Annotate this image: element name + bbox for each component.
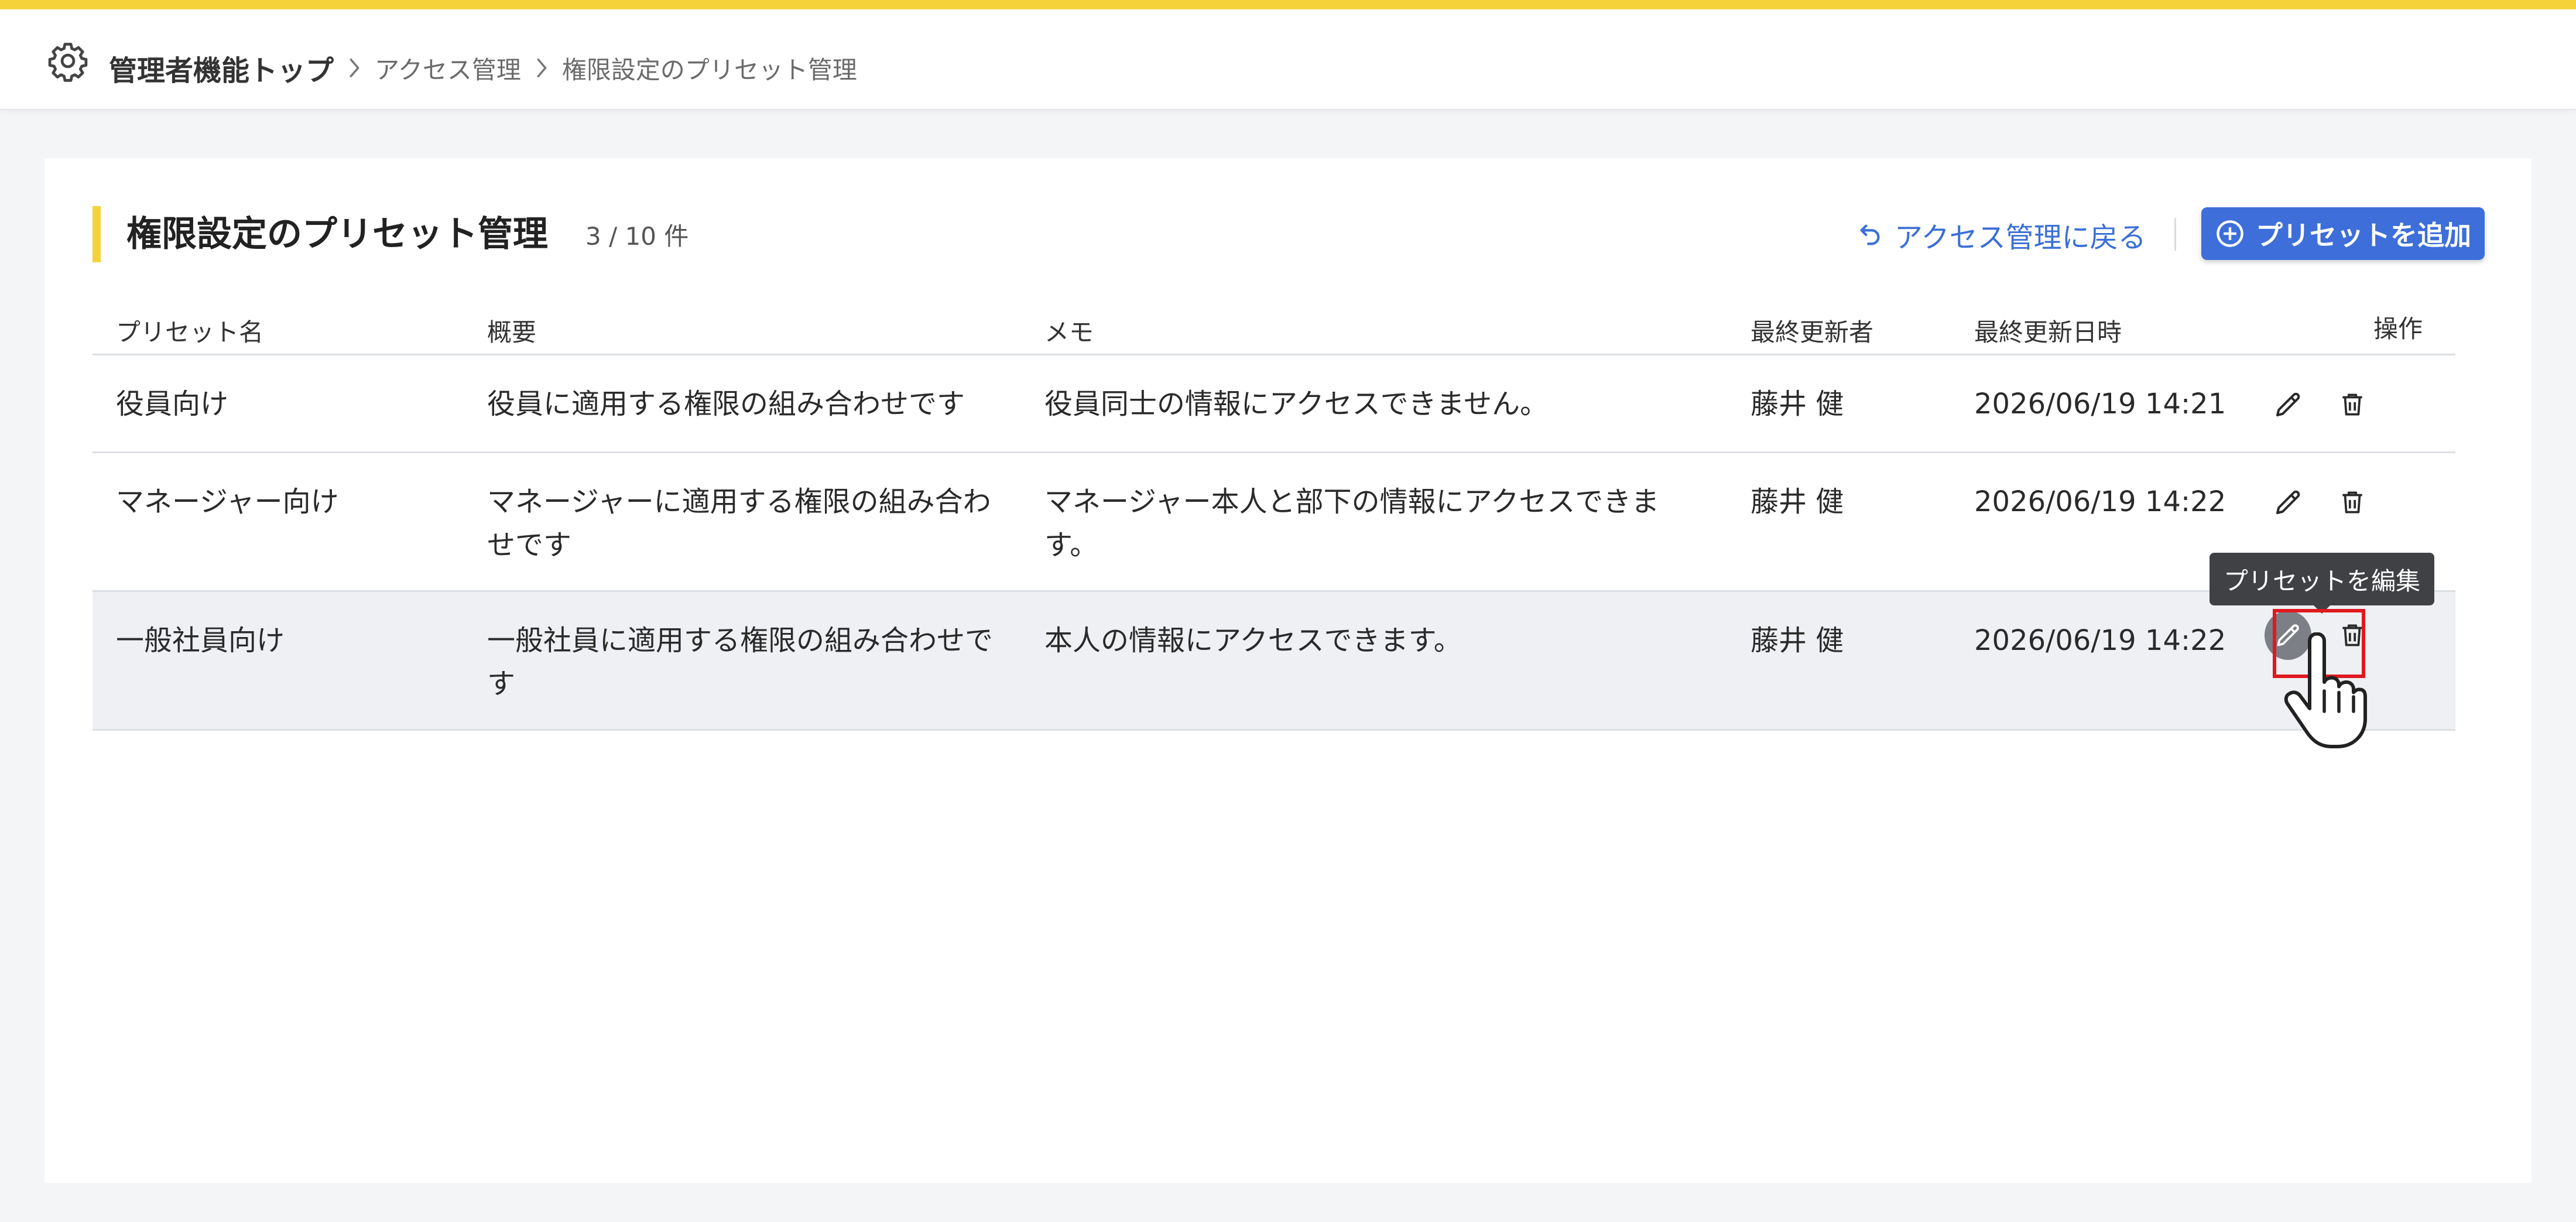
cell-preset-name: マネージャー向け: [116, 485, 339, 518]
header-summary: 概要: [487, 318, 537, 347]
preset-count: 3 / 10 件: [585, 222, 689, 251]
edit-preset-button[interactable]: [2265, 479, 2311, 526]
table-row-hovered: 一般社員向け 一般社員に適用する権限の組み合わせです 本人の情報にアクセスできま…: [93, 592, 2455, 731]
pencil-icon: [2276, 392, 2300, 417]
main-card: 権限設定のプリセット管理 3 / 10 件 アクセス管理に戻る プリセットを追加…: [44, 158, 2532, 1183]
cell-updated-by: 藤井 健: [1751, 388, 1844, 420]
pencil-icon: [2276, 490, 2300, 515]
undo-arrow-icon: [1860, 224, 1880, 245]
hand-pointer-icon: [2284, 632, 2367, 748]
trash-icon: [2342, 393, 2362, 416]
header-actions: 操作: [2373, 314, 2423, 343]
back-to-access-management-link[interactable]: アクセス管理に戻る: [1857, 210, 2146, 260]
gear-icon[interactable]: [47, 40, 89, 82]
add-preset-label: プリセットを追加: [2256, 220, 2471, 251]
plus-circle-icon: [2217, 220, 2243, 247]
table-row: マネージャー向け マネージャーに適用する権限の組み合わせです マネージャー本人と…: [93, 453, 2455, 592]
cell-summary: マネージャーに適用する権限の組み合わせです: [487, 485, 991, 562]
cell-preset-name: 一般社員向け: [116, 624, 285, 657]
cell-memo: マネージャー本人と部下の情報にアクセスできます。: [1044, 485, 1660, 562]
chevron-right-icon: [348, 56, 361, 80]
cell-updated-at: 2026/06/19 14:21: [1974, 388, 2226, 420]
cell-summary: 一般社員に適用する権限の組み合わせです: [487, 624, 994, 700]
breadcrumb-admin-top[interactable]: 管理者機能トップ: [109, 47, 334, 88]
page-title: 権限設定のプリセット管理: [126, 214, 548, 255]
breadcrumb-current-page: 権限設定のプリセット管理: [561, 55, 857, 84]
cell-memo: 本人の情報にアクセスできます。: [1044, 624, 1462, 657]
cell-updated-at: 2026/06/19 14:22: [1974, 485, 2226, 518]
divider: [2174, 218, 2176, 251]
delete-preset-button[interactable]: [2329, 381, 2376, 428]
back-link-label: アクセス管理に戻る: [1895, 221, 2146, 254]
header-preset-name: プリセット名: [116, 318, 264, 347]
cell-updated-by: 藤井 健: [1751, 624, 1844, 657]
header-updated-at: 最終更新日時: [1974, 318, 2122, 347]
chevron-right-icon: [535, 56, 548, 80]
header-updated-by: 最終更新者: [1751, 318, 1874, 347]
edit-preset-button[interactable]: [2265, 381, 2311, 428]
delete-preset-button[interactable]: [2329, 479, 2376, 526]
cell-updated-by: 藤井 健: [1751, 485, 1844, 518]
trash-icon: [2342, 491, 2362, 514]
cell-summary: 役員に適用する権限の組み合わせです: [487, 388, 965, 420]
title-accent-bar: [93, 206, 101, 262]
breadcrumb: 管理者機能トップ アクセス管理 権限設定のプリセット管理: [109, 45, 857, 91]
app-header: 管理者機能トップ アクセス管理 権限設定のプリセット管理: [0, 9, 2576, 110]
cell-memo: 役員同士の情報にアクセスできません。: [1044, 388, 1549, 420]
edit-tooltip: プリセットを編集: [2210, 553, 2434, 614]
cell-preset-name: 役員向け: [116, 388, 229, 420]
top-accent-line: [0, 0, 2576, 9]
cell-updated-at: 2026/06/19 14:22: [1974, 624, 2226, 657]
preset-table: プリセット名 概要 メモ 最終更新者 最終更新日時 操作 役員向け 役員に適用す…: [93, 296, 2455, 731]
breadcrumb-access-management[interactable]: アクセス管理: [375, 50, 521, 86]
table-header: プリセット名 概要 メモ 最終更新者 最終更新日時 操作: [93, 296, 2455, 355]
header-memo: メモ: [1044, 318, 1094, 347]
table-row: 役員向け 役員に適用する権限の組み合わせです 役員同士の情報にアクセスできません…: [93, 355, 2455, 453]
add-preset-button[interactable]: プリセットを追加: [2201, 207, 2485, 260]
